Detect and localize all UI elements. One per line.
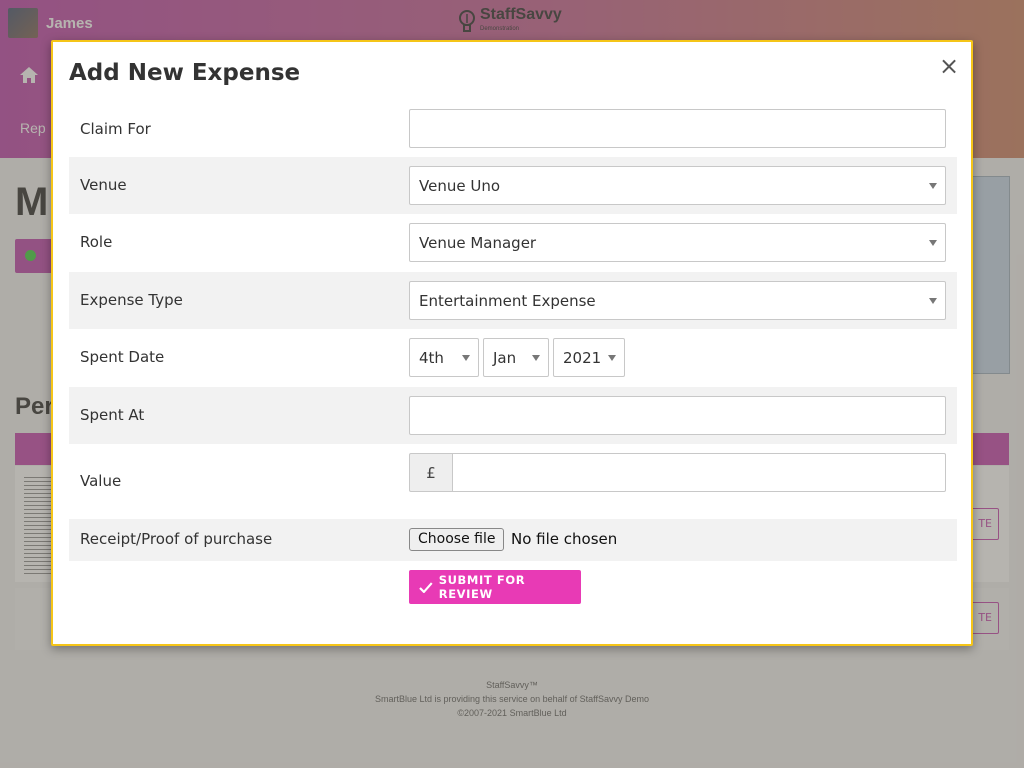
file-status: No file chosen	[511, 530, 618, 548]
submit-label: SUBMIT FOR REVIEW	[438, 573, 526, 601]
caret-down-icon	[929, 183, 937, 189]
caret-down-icon	[532, 355, 540, 361]
caret-down-icon	[929, 240, 937, 246]
role-select[interactable]: Venue Manager	[409, 223, 946, 262]
receipt-label: Receipt/Proof of purchase	[80, 530, 273, 548]
expense-type-row: Expense Type Entertainment Expense	[69, 272, 957, 329]
value-input[interactable]	[452, 453, 946, 492]
spent-date-row: Spent Date 4th Jan 2021	[69, 330, 957, 386]
add-expense-modal: Add New Expense × Claim For Venue Venue …	[51, 40, 973, 646]
spent-year-value: 2021	[563, 349, 602, 367]
caret-down-icon	[929, 298, 937, 304]
venue-value: Venue Uno	[419, 177, 500, 195]
check-icon	[419, 581, 433, 593]
spent-date-label: Spent Date	[80, 348, 165, 366]
caret-down-icon	[608, 355, 616, 361]
expense-type-value: Entertainment Expense	[419, 292, 596, 310]
spent-at-row: Spent At	[69, 387, 957, 444]
expense-type-label: Expense Type	[80, 291, 183, 309]
role-value: Venue Manager	[419, 234, 537, 252]
submit-for-review-button[interactable]: SUBMIT FOR REVIEW	[409, 570, 581, 604]
spent-day-value: 4th	[419, 349, 444, 367]
claim-for-row: Claim For	[69, 106, 957, 156]
spent-day-select[interactable]: 4th	[409, 338, 479, 377]
caret-down-icon	[462, 355, 470, 361]
spent-month-select[interactable]: Jan	[483, 338, 549, 377]
expense-type-select[interactable]: Entertainment Expense	[409, 281, 946, 320]
close-icon[interactable]: ×	[939, 54, 959, 78]
spent-year-select[interactable]: 2021	[553, 338, 625, 377]
choose-file-button[interactable]: Choose file	[409, 528, 505, 551]
modal-title: Add New Expense	[69, 60, 301, 86]
venue-select[interactable]: Venue Uno	[409, 166, 946, 205]
venue-row: Venue Venue Uno	[69, 157, 957, 214]
spent-at-label: Spent At	[80, 406, 145, 424]
value-row: Value £	[69, 445, 957, 518]
claim-for-label: Claim For	[80, 120, 151, 138]
role-label: Role	[80, 233, 113, 251]
claim-for-input[interactable]	[409, 109, 946, 148]
role-row: Role Venue Manager	[69, 215, 957, 271]
spent-month-value: Jan	[493, 349, 517, 367]
spent-at-input[interactable]	[409, 396, 946, 435]
receipt-row: Receipt/Proof of purchase Choose file No…	[69, 519, 957, 561]
value-label: Value	[80, 472, 122, 490]
currency-symbol: £	[409, 453, 453, 492]
venue-label: Venue	[80, 176, 127, 194]
